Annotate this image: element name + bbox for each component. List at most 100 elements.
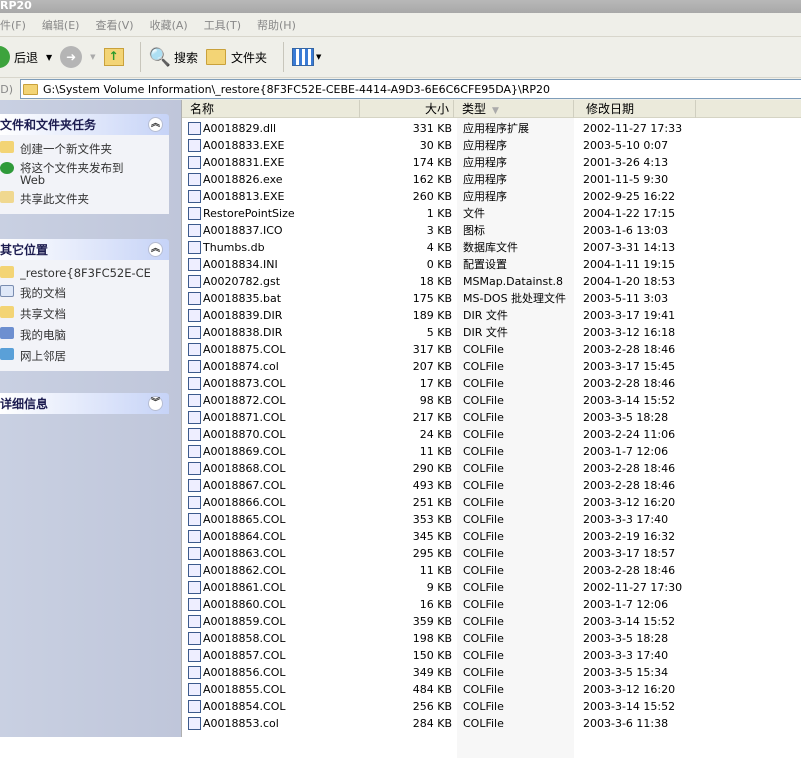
task-publish-web[interactable]: 将这个文件夹发布到 Web	[0, 160, 169, 189]
file-row[interactable]: A0018835.bat 175 KB MS-DOS 批处理文件 2003-5-11 …	[182, 290, 801, 307]
file-row[interactable]: A0018839.DIR 189 KB DIR 文件 2003-3-17 19:41	[182, 307, 801, 324]
file-type: COLFile	[463, 547, 504, 560]
collapse-icon[interactable]: ︽	[148, 242, 163, 257]
column-type[interactable]: 类型 ▼	[454, 100, 574, 118]
file-type: 应用程序	[463, 139, 507, 152]
file-row[interactable]: A0018870.COL 24 KB COLFile 2003-2-24 11:06	[182, 426, 801, 443]
up-folder-button[interactable]: ↑	[103, 48, 124, 66]
file-row[interactable]: A0018856.COL 349 KB COLFile 2003-3-5 15:34	[182, 664, 801, 681]
file-row[interactable]: A0018871.COL 217 KB COLFile 2003-3-5 18:28	[182, 409, 801, 426]
file-date: 2003-2-24 11:06	[583, 428, 676, 441]
file-type: COLFile	[463, 343, 504, 356]
file-row[interactable]: A0018860.COL 16 KB COLFile 2003-1-7 12:06	[182, 596, 801, 613]
file-type: 应用程序	[463, 190, 507, 203]
file-row[interactable]: A0018869.COL 11 KB COLFile 2003-1-7 12:06	[182, 443, 801, 460]
file-name: A0018866.COL	[203, 496, 286, 509]
menu-tools[interactable]: 工具(T)	[204, 17, 241, 33]
file-type: COLFile	[463, 632, 504, 645]
file-row[interactable]: A0018861.COL 9 KB COLFile 2002-11-27 17:30	[182, 579, 801, 596]
file-row[interactable]: A0018875.COL 317 KB COLFile 2003-2-28 18:46	[182, 341, 801, 358]
file-row[interactable]: A0018863.COL 295 KB COLFile 2003-3-17 18:57	[182, 545, 801, 562]
file-type: 配置设置	[463, 258, 507, 271]
address-input[interactable]: G:\System Volume Information\_restore{8F…	[20, 79, 801, 99]
file-date: 2003-3-12 16:20	[583, 496, 676, 509]
file-name: A0018855.COL	[203, 683, 286, 696]
task-share-folder[interactable]: 共享此文件夹	[0, 189, 169, 210]
file-icon	[188, 309, 201, 322]
dropdown-arrow-icon[interactable]: ▼	[46, 53, 52, 62]
file-date: 2003-2-28 18:46	[583, 564, 676, 577]
file-size: 493 KB	[412, 479, 452, 492]
file-icon	[188, 462, 201, 475]
file-row[interactable]: A0018862.COL 11 KB COLFile 2003-2-28 18:46	[182, 562, 801, 579]
file-row[interactable]: A0018868.COL 290 KB COLFile 2003-2-28 18:46	[182, 460, 801, 477]
file-row[interactable]: A0018813.EXE 260 KB 应用程序 2002-9-25 16:22	[182, 188, 801, 205]
file-row[interactable]: A0018837.ICO 3 KB 图标 2003-1-6 13:03	[182, 222, 801, 239]
file-size: 5 KB	[426, 326, 452, 339]
forward-button[interactable]: ➜ ▼	[60, 46, 96, 68]
file-date: 2003-2-19 16:32	[583, 530, 676, 543]
file-icon	[188, 445, 201, 458]
place-my-documents[interactable]: 我的文档	[0, 283, 169, 304]
file-row[interactable]: A0018826.exe 162 KB 应用程序 2001-11-5 9:30	[182, 171, 801, 188]
menu-file[interactable]: 件(F)	[0, 17, 26, 33]
file-row[interactable]: A0018833.EXE 30 KB 应用程序 2003-5-10 0:07	[182, 137, 801, 154]
column-name[interactable]: 名称	[182, 100, 360, 118]
menu-favorites[interactable]: 收藏(A)	[150, 17, 188, 33]
details-header[interactable]: 详细信息 ︾	[0, 393, 169, 414]
file-name: A0018837.ICO	[203, 224, 283, 237]
file-row[interactable]: A0018866.COL 251 KB COLFile 2003-3-12 16:20	[182, 494, 801, 511]
file-row[interactable]: RestorePointSize 1 KB 文件 2004-1-22 17:15	[182, 205, 801, 222]
file-date: 2003-3-3 17:40	[583, 513, 669, 526]
place-my-computer[interactable]: 我的电脑	[0, 325, 169, 346]
file-name: A0018871.COL	[203, 411, 286, 424]
file-row[interactable]: A0018864.COL 345 KB COLFile 2003-2-19 16:32	[182, 528, 801, 545]
task-new-folder[interactable]: 创建一个新文件夹	[0, 139, 169, 160]
file-row[interactable]: A0018872.COL 98 KB COLFile 2003-3-14 15:52	[182, 392, 801, 409]
file-type: COLFile	[463, 530, 504, 543]
file-row[interactable]: A0018838.DIR 5 KB DIR 文件 2003-3-12 16:18	[182, 324, 801, 341]
file-name: A0020782.gst	[203, 275, 281, 288]
back-button[interactable]: 后退 ▼	[0, 46, 52, 68]
file-row[interactable]: A0018855.COL 484 KB COLFile 2003-3-12 16:20	[182, 681, 801, 698]
file-row[interactable]: Thumbs.db 4 KB 数据库文件 2007-3-31 14:13	[182, 239, 801, 256]
file-row[interactable]: A0018854.COL 256 KB COLFile 2003-3-14 15:52	[182, 698, 801, 715]
file-name: A0018862.COL	[203, 564, 286, 577]
menu-edit[interactable]: 编辑(E)	[42, 17, 80, 33]
file-row[interactable]: A0018858.COL 198 KB COLFile 2003-3-5 18:28	[182, 630, 801, 647]
file-row[interactable]: A0018829.dll 331 KB 应用程序扩展 2002-11-27 17:33	[182, 120, 801, 137]
file-type: COLFile	[463, 496, 504, 509]
menu-help[interactable]: 帮助(H)	[257, 17, 296, 33]
file-row[interactable]: A0018857.COL 150 KB COLFile 2003-3-3 17:40	[182, 647, 801, 664]
file-row[interactable]: A0018831.EXE 174 KB 应用程序 2001-3-26 4:13	[182, 154, 801, 171]
file-row[interactable]: A0018867.COL 493 KB COLFile 2003-2-28 18:46	[182, 477, 801, 494]
folders-button[interactable]: 文件夹	[206, 49, 267, 66]
menu-view[interactable]: 查看(V)	[95, 17, 133, 33]
tasks-panel-header[interactable]: 文件和文件夹任务 ︽	[0, 114, 169, 135]
file-type: 文件	[463, 207, 485, 220]
place-network[interactable]: 网上邻居	[0, 346, 169, 367]
file-icon	[188, 156, 201, 169]
place-restore[interactable]: _restore{8F3FC52E-CEBE-4	[0, 264, 169, 283]
file-row[interactable]: A0020782.gst 18 KB MSMap.Datainst.8 2004-1-…	[182, 273, 801, 290]
file-type: COLFile	[463, 462, 504, 475]
file-icon	[188, 326, 201, 339]
search-button[interactable]: 🔍 搜索	[149, 47, 198, 68]
file-icon	[188, 513, 201, 526]
column-size[interactable]: 大小	[360, 100, 454, 118]
place-shared-documents[interactable]: 共享文档	[0, 304, 169, 325]
file-row[interactable]: A0018853.col 284 KB COLFile 2003-3-6 11:38	[182, 715, 801, 732]
file-row[interactable]: A0018865.COL 353 KB COLFile 2003-3-3 17:40	[182, 511, 801, 528]
file-name: A0018861.COL	[203, 581, 286, 594]
file-icon	[188, 632, 201, 645]
expand-icon[interactable]: ︾	[148, 396, 163, 411]
file-row[interactable]: A0018834.INI 0 KB 配置设置 2004-1-11 19:15	[182, 256, 801, 273]
other-places-header[interactable]: 其它位置 ︽	[0, 239, 169, 260]
file-row[interactable]: A0018873.COL 17 KB COLFile 2003-2-28 18:46	[182, 375, 801, 392]
views-button[interactable]: ▼	[292, 48, 321, 66]
collapse-icon[interactable]: ︽	[148, 117, 163, 132]
column-date[interactable]: 修改日期	[574, 100, 696, 118]
file-name: A0018864.COL	[203, 530, 286, 543]
file-row[interactable]: A0018859.COL 359 KB COLFile 2003-3-14 15:52	[182, 613, 801, 630]
file-row[interactable]: A0018874.col 207 KB COLFile 2003-3-17 15:45	[182, 358, 801, 375]
